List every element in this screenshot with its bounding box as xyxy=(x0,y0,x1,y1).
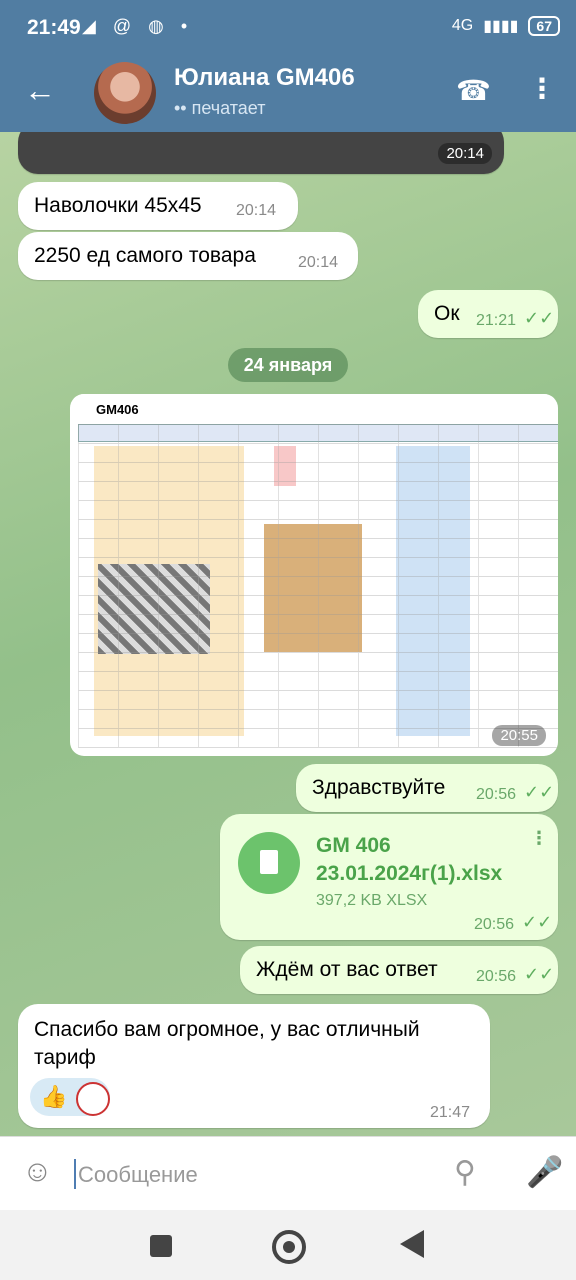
spreadsheet-grid xyxy=(78,424,558,748)
message-time: 20:14 xyxy=(298,254,339,271)
message-time: 20:14 xyxy=(236,202,277,219)
typing-status: •• печатает xyxy=(174,98,266,118)
back-nav-icon[interactable] xyxy=(400,1230,424,1258)
chat-area[interactable]: 20:14 Наволочки 45x45 20:14 2250 ед само… xyxy=(0,132,576,1136)
message-text: Наволочки 45x45 xyxy=(34,194,202,217)
photo-message-partial[interactable]: 20:14 xyxy=(18,132,504,174)
incoming-message[interactable]: Наволочки 45x45 20:14 xyxy=(18,182,298,230)
file-message[interactable]: GM 406 23.01.2024г(1).xlsx 397,2 KB XLSX… xyxy=(220,814,558,940)
file-icon[interactable] xyxy=(238,832,300,894)
signal-icon: ▮▮▮▮ xyxy=(483,18,519,35)
chat-header: ← Юлиана GM406 •• печатает ☎ ⋮ xyxy=(0,58,576,132)
file-name[interactable]: GM 406 23.01.2024г(1).xlsx xyxy=(316,832,540,888)
date-divider: 24 января xyxy=(228,348,348,382)
message-input[interactable]: Сообщение xyxy=(78,1162,198,1188)
message-time: 21:21 xyxy=(476,312,517,329)
outgoing-message[interactable]: Ждём от вас ответ 20:56 ✓✓ xyxy=(240,946,558,994)
status-right: 4G ▮▮▮▮ 67 xyxy=(452,16,560,36)
double-check-icon: ✓✓ xyxy=(524,964,555,984)
recents-icon[interactable] xyxy=(150,1235,172,1257)
incoming-message[interactable]: 2250 ед самого товара 20:14 xyxy=(18,232,358,280)
message-time: 21:47 xyxy=(430,1104,471,1121)
double-check-icon: ✓✓ xyxy=(522,912,553,932)
reaction-badge[interactable]: 👍 xyxy=(30,1078,110,1116)
spreadsheet-title: GM406 xyxy=(96,402,139,417)
reaction-emoji: 👍 xyxy=(40,1084,68,1109)
network-label: 4G xyxy=(451,17,474,34)
file-more-icon[interactable]: ⋮ xyxy=(530,828,548,849)
message-text: Спасибо вам огромное, у вас отличный тар… xyxy=(34,1018,420,1069)
double-check-icon: ✓✓ xyxy=(524,308,555,328)
message-text: Ждём от вас ответ xyxy=(256,958,438,981)
message-time: 20:56 xyxy=(474,916,515,933)
chat-title[interactable]: Юлиана GM406 xyxy=(174,64,355,92)
more-vert-icon[interactable]: ⋮ xyxy=(528,72,556,105)
emoji-icon[interactable]: ☺ xyxy=(22,1155,53,1189)
back-arrow-icon[interactable]: ← xyxy=(24,72,56,109)
message-input-bar: ☺ Сообщение ⚲ 🎤 xyxy=(0,1136,576,1211)
battery-level: 67 xyxy=(528,16,560,36)
file-size: 397,2 KB XLSX xyxy=(316,892,428,909)
status-indicators: ◢ @ ◍ • xyxy=(82,16,194,36)
home-icon[interactable] xyxy=(272,1230,306,1264)
reaction-avatar xyxy=(76,1082,110,1116)
message-text: 2250 ед самого товара xyxy=(34,244,256,267)
message-text: Ок xyxy=(434,302,460,325)
message-text: Здравствуйте xyxy=(312,776,446,799)
message-time: 20:55 xyxy=(492,725,546,746)
double-check-icon: ✓✓ xyxy=(524,782,555,802)
outgoing-message[interactable]: Здравствуйте 20:56 ✓✓ xyxy=(296,764,558,812)
status-time: 21:49 xyxy=(27,16,81,39)
spreadsheet-photo-message[interactable]: GM406 20:55 xyxy=(70,394,558,756)
spreadsheet-image: GM406 xyxy=(74,394,558,748)
mic-icon[interactable]: 🎤 xyxy=(526,1155,563,1190)
outgoing-message[interactable]: Ок 21:21 ✓✓ xyxy=(418,290,558,338)
phone-icon[interactable]: ☎ xyxy=(456,74,491,107)
message-time: 20:14 xyxy=(438,143,492,164)
paperclip-icon[interactable]: ⚲ xyxy=(454,1155,476,1190)
message-time: 20:56 xyxy=(476,968,517,985)
avatar[interactable] xyxy=(94,62,156,124)
text-cursor xyxy=(74,1159,76,1189)
status-bar: 21:49 ◢ @ ◍ • 4G ▮▮▮▮ 67 xyxy=(0,0,576,58)
message-time: 20:56 xyxy=(476,786,517,803)
system-nav-bar xyxy=(0,1210,576,1280)
